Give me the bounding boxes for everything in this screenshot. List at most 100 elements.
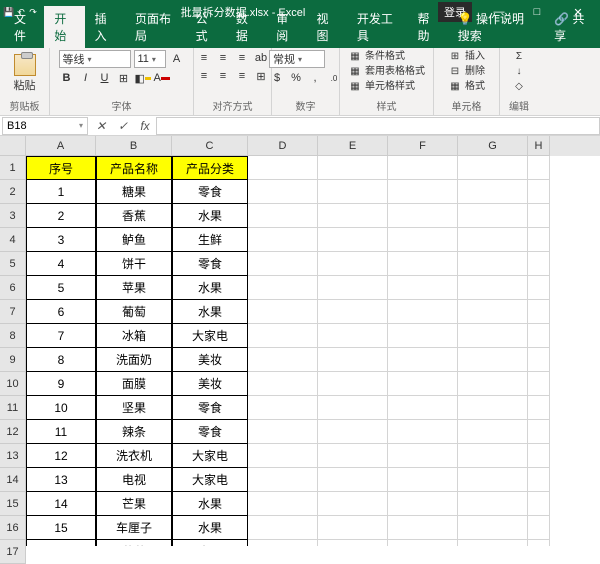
row-header[interactable]: 1 [0, 156, 26, 180]
table-cell[interactable]: 15 [26, 516, 96, 540]
empty-cell[interactable] [248, 444, 318, 468]
table-cell[interactable]: 美妆 [172, 372, 248, 396]
table-cell[interactable]: 苹果 [96, 276, 172, 300]
row-header[interactable]: 10 [0, 372, 26, 396]
empty-cell[interactable] [528, 180, 550, 204]
row-header[interactable]: 13 [0, 444, 26, 468]
tab-help[interactable]: 帮助 [407, 6, 447, 48]
empty-cell[interactable] [248, 156, 318, 180]
table-cell[interactable]: 芒果 [96, 492, 172, 516]
col-header-E[interactable]: E [318, 136, 388, 156]
table-header-cell[interactable]: 产品名称 [96, 156, 172, 180]
tab-home[interactable]: 开始 [44, 6, 84, 48]
table-cell[interactable]: 面膜 [96, 372, 172, 396]
row-header[interactable]: 14 [0, 468, 26, 492]
align-left-icon[interactable]: ≡ [196, 68, 212, 84]
empty-cell[interactable] [248, 252, 318, 276]
table-cell[interactable]: 饼干 [96, 252, 172, 276]
empty-cell[interactable] [388, 276, 458, 300]
table-cell[interactable]: 辣条 [96, 420, 172, 444]
empty-cell[interactable] [318, 348, 388, 372]
empty-cell[interactable] [458, 180, 528, 204]
empty-cell[interactable] [248, 276, 318, 300]
cancel-icon[interactable]: ✕ [90, 119, 112, 133]
currency-button[interactable]: $ [269, 70, 285, 86]
tab-formula[interactable]: 公式 [186, 6, 226, 48]
align-top-icon[interactable]: ≡ [196, 50, 212, 66]
empty-cell[interactable] [248, 492, 318, 516]
empty-cell[interactable] [248, 516, 318, 540]
tab-view[interactable]: 视图 [307, 6, 347, 48]
row-header[interactable]: 9 [0, 348, 26, 372]
empty-cell[interactable] [388, 300, 458, 324]
empty-cell[interactable] [458, 348, 528, 372]
cell-styles-button[interactable]: ▦单元格样式 [348, 80, 425, 94]
table-cell[interactable]: 洗衣机 [96, 444, 172, 468]
row-header[interactable]: 5 [0, 252, 26, 276]
tab-file[interactable]: 文件 [4, 6, 44, 48]
row-header[interactable]: 2 [0, 180, 26, 204]
empty-cell[interactable] [388, 156, 458, 180]
align-right-icon[interactable]: ≡ [234, 68, 250, 84]
empty-cell[interactable] [248, 228, 318, 252]
table-header-cell[interactable]: 产品分类 [172, 156, 248, 180]
tab-review[interactable]: 审阅 [266, 6, 306, 48]
empty-cell[interactable] [528, 300, 550, 324]
tab-data[interactable]: 数据 [226, 6, 266, 48]
table-cell[interactable]: 4 [26, 252, 96, 276]
formula-input[interactable] [156, 117, 600, 135]
table-cell[interactable]: 水果 [172, 300, 248, 324]
empty-cell[interactable] [318, 156, 388, 180]
table-cell[interactable]: 3 [26, 228, 96, 252]
table-cell[interactable]: 洗面奶 [96, 348, 172, 372]
empty-cell[interactable] [388, 420, 458, 444]
empty-cell[interactable] [458, 492, 528, 516]
fx-icon[interactable]: fx [134, 119, 156, 133]
empty-cell[interactable] [458, 372, 528, 396]
delete-cells-button[interactable]: ⊟删除 [448, 65, 485, 79]
underline-button[interactable]: U [97, 70, 113, 86]
table-cell[interactable]: 零食 [172, 180, 248, 204]
percent-button[interactable]: % [288, 70, 304, 86]
empty-cell[interactable] [388, 468, 458, 492]
clear-button[interactable]: ◇ [512, 80, 526, 94]
empty-cell[interactable] [388, 372, 458, 396]
align-center-icon[interactable]: ≡ [215, 68, 231, 84]
row-header[interactable]: 15 [0, 492, 26, 516]
table-cell[interactable]: 大家电 [172, 444, 248, 468]
table-cell[interactable]: 水果 [172, 204, 248, 228]
empty-cell[interactable] [388, 180, 458, 204]
empty-cell[interactable] [318, 468, 388, 492]
empty-cell[interactable] [458, 468, 528, 492]
empty-cell[interactable] [458, 252, 528, 276]
empty-cell[interactable] [458, 420, 528, 444]
format-cells-button[interactable]: ▦格式 [448, 80, 485, 94]
empty-cell[interactable] [318, 180, 388, 204]
table-cell[interactable]: 水果 [172, 540, 248, 546]
table-cell[interactable]: 糖果 [96, 180, 172, 204]
italic-button[interactable]: I [78, 70, 94, 86]
share-button[interactable]: 🔗 共享 [544, 6, 600, 48]
empty-cell[interactable] [388, 540, 458, 546]
empty-cell[interactable] [528, 516, 550, 540]
empty-cell[interactable] [528, 444, 550, 468]
col-header-H[interactable]: H [528, 136, 550, 156]
empty-cell[interactable] [388, 252, 458, 276]
empty-cell[interactable] [458, 156, 528, 180]
col-header-D[interactable]: D [248, 136, 318, 156]
empty-cell[interactable] [388, 516, 458, 540]
table-cell[interactable]: 鲈鱼 [96, 228, 172, 252]
empty-cell[interactable] [458, 540, 528, 546]
table-cell[interactable]: 6 [26, 300, 96, 324]
empty-cell[interactable] [318, 420, 388, 444]
empty-cell[interactable] [528, 156, 550, 180]
merge-button[interactable]: ⊞ [253, 68, 269, 84]
empty-cell[interactable] [248, 468, 318, 492]
table-cell[interactable]: 7 [26, 324, 96, 348]
empty-cell[interactable] [318, 492, 388, 516]
table-cell[interactable]: 草莓 [96, 540, 172, 546]
table-cell[interactable]: 16 [26, 540, 96, 546]
empty-cell[interactable] [458, 396, 528, 420]
empty-cell[interactable] [318, 444, 388, 468]
empty-cell[interactable] [458, 204, 528, 228]
